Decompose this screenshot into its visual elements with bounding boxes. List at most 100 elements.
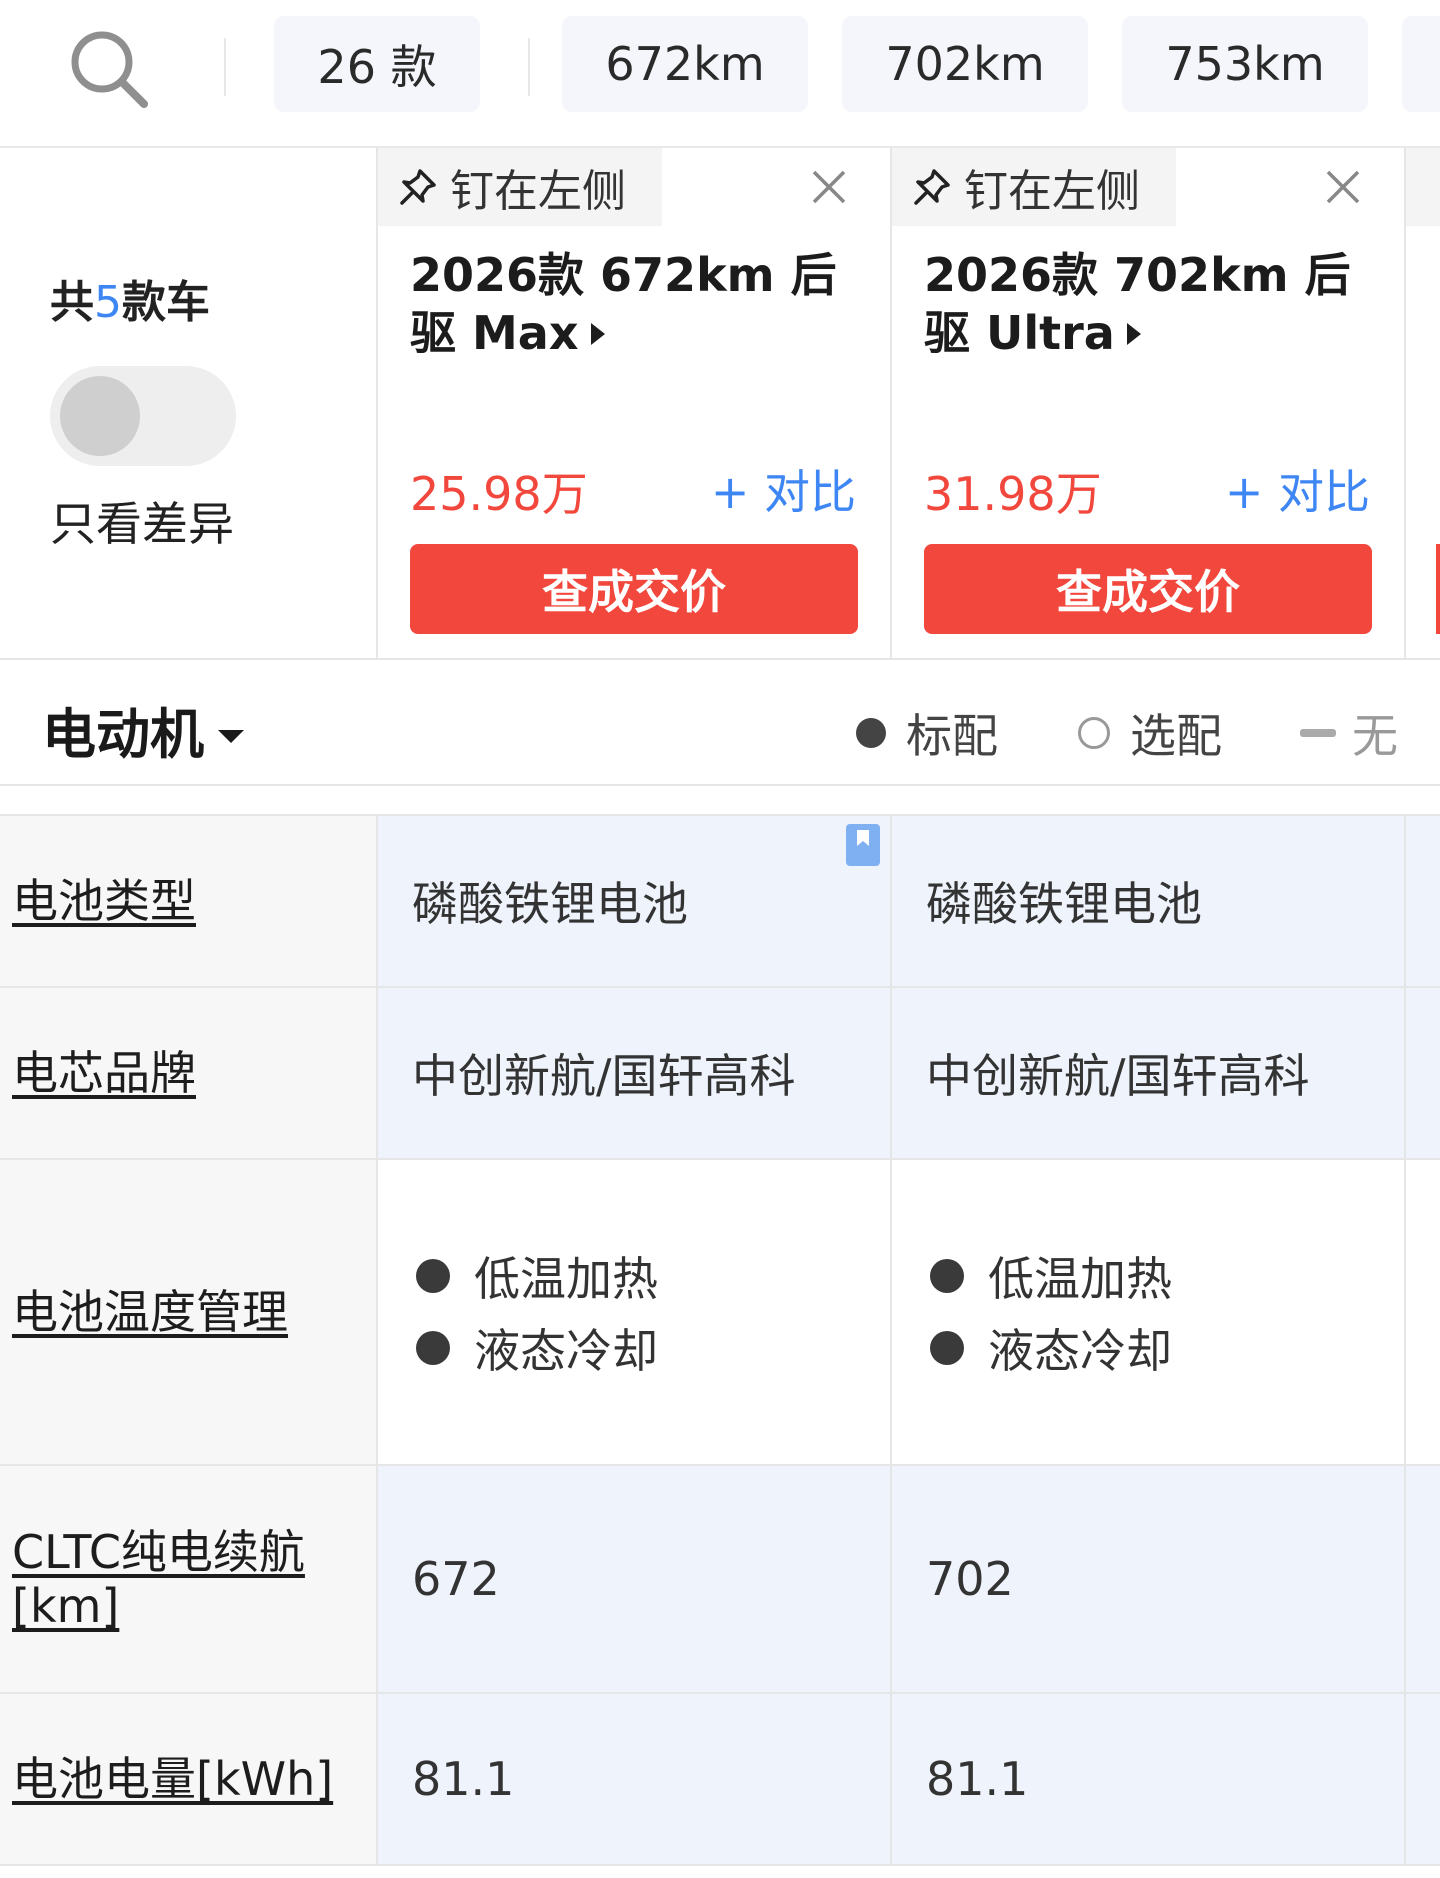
legend-optional: 选配 <box>1078 700 1222 766</box>
add-compare-button[interactable]: + 对比 <box>1225 456 1370 522</box>
section-header: 电动机 标配 选配 无 <box>0 660 1440 786</box>
total-count-label: 共5款车 <box>50 266 210 330</box>
check-deal-price-button[interactable]: 查成交价 <box>924 544 1372 634</box>
spec-value-cell-peek <box>1406 816 1440 986</box>
feature-list: 低温加热 液态冷却 <box>416 1240 658 1384</box>
standard-dot-icon <box>416 1259 450 1293</box>
table-row: 电池类型 磷酸铁锂电池 磷酸铁锂电池 <box>0 816 1440 988</box>
list-item: 液态冷却 <box>930 1312 1172 1384</box>
feature-list: 低温加热 液态冷却 <box>930 1240 1172 1384</box>
list-item: 液态冷却 <box>416 1312 658 1384</box>
deal-button-peek <box>1436 544 1440 634</box>
car-column: 钉在左侧 2026款 672km 后驱 Max 25.98万 + 对比 查成交价 <box>378 148 892 658</box>
spec-value-cell: 低温加热 液态冷却 <box>378 1160 892 1464</box>
spec-label-cell: 电池类型 <box>0 816 378 986</box>
standard-dot-icon <box>930 1259 964 1293</box>
car-price: 25.98万 <box>410 467 588 521</box>
diff-only-toggle[interactable] <box>50 366 236 466</box>
legend-none-label: 无 <box>1352 709 1398 763</box>
spec-value-cell-peek <box>1406 1466 1440 1692</box>
spec-value-cell: 中创新航/国轩高科 <box>892 988 1406 1158</box>
bookmark-icon[interactable] <box>846 824 880 866</box>
spec-value: 81.1 <box>412 1752 515 1806</box>
summary-panel: 共5款车 只看差异 <box>0 148 378 658</box>
pin-icon <box>914 169 950 205</box>
spec-label-cell: 电池电量[kWh] <box>0 1694 378 1864</box>
car-price: 31.98万 <box>924 467 1102 521</box>
feature-label: 液态冷却 <box>988 1324 1172 1378</box>
dash-icon <box>1300 729 1336 737</box>
filter-chip-753km[interactable]: 753km <box>1122 16 1368 112</box>
table-row: 电池温度管理 低温加热 液态冷却 低温加热 液态冷却 <box>0 1160 1440 1466</box>
filter-chip-672km[interactable]: 672km <box>562 16 808 112</box>
spec-label-cell: 电池温度管理 <box>0 1160 378 1464</box>
spec-value-cell-peek <box>1406 988 1440 1158</box>
hollow-dot-icon <box>1078 717 1110 749</box>
legend-none: 无 <box>1300 700 1398 766</box>
legend-standard-label: 标配 <box>906 709 998 763</box>
section-title: 电动机 <box>42 703 204 766</box>
filter-chip-year[interactable]: 26 款 <box>274 16 480 112</box>
divider <box>528 38 530 96</box>
feature-label: 低温加热 <box>988 1252 1172 1306</box>
table-row: 电芯品牌 中创新航/国轩高科 中创新航/国轩高科 <box>0 988 1440 1160</box>
close-icon[interactable] <box>1320 164 1366 210</box>
spec-value-cell: 中创新航/国轩高科 <box>378 988 892 1158</box>
filter-chip-more[interactable] <box>1402 16 1440 112</box>
spec-label-link[interactable]: 电池类型 <box>12 874 196 928</box>
spec-value: 702 <box>926 1552 1014 1606</box>
spec-value-cell-peek <box>1406 1160 1440 1464</box>
next-car-column-peek[interactable] <box>1406 148 1440 658</box>
filter-chip-702km[interactable]: 702km <box>842 16 1088 112</box>
standard-dot-icon <box>930 1331 964 1365</box>
spec-value: 磷酸铁锂电池 <box>412 877 688 931</box>
table-row: CLTC纯电续航[km] 672 702 <box>0 1466 1440 1694</box>
legend-optional-label: 选配 <box>1130 709 1222 763</box>
spec-value: 磷酸铁锂电池 <box>926 877 1202 931</box>
spec-value-cell: 81.1 <box>892 1694 1406 1864</box>
spec-value: 中创新航/国轩高科 <box>412 1049 796 1103</box>
section-selector[interactable]: 电动机 <box>42 690 244 769</box>
spec-value-cell: 磷酸铁锂电池 <box>892 816 1406 986</box>
spec-value: 81.1 <box>926 1752 1029 1806</box>
total-prefix: 共 <box>50 277 94 328</box>
pin-icon <box>400 169 436 205</box>
table-row: 电池电量[kWh] 81.1 81.1 <box>0 1694 1440 1866</box>
divider <box>224 38 226 96</box>
diff-only-label: 只看差异 <box>50 497 234 551</box>
car-name-link[interactable]: 2026款 702km 后驱 Ultra <box>924 246 1384 362</box>
play-arrow-icon <box>1126 323 1141 345</box>
caret-down-icon <box>218 730 244 743</box>
car-name: 2026款 672km 后驱 Max <box>410 248 837 360</box>
spec-value-cell: 磷酸铁锂电池 <box>378 816 892 986</box>
total-suffix: 款车 <box>122 277 210 328</box>
pin-left-label: 钉在左侧 <box>964 166 1140 217</box>
list-item: 低温加热 <box>930 1240 1172 1312</box>
pin-left-label: 钉在左侧 <box>450 166 626 217</box>
spec-value-cell: 81.1 <box>378 1694 892 1864</box>
pin-left-button-peek <box>1406 148 1440 226</box>
spec-label-link[interactable]: 电池温度管理 <box>12 1285 288 1339</box>
spec-value: 中创新航/国轩高科 <box>926 1049 1310 1103</box>
spec-label-cell: 电芯品牌 <box>0 988 378 1158</box>
spec-label-link[interactable]: CLTC纯电续航[km] <box>12 1525 352 1633</box>
spec-table: 电池类型 磷酸铁锂电池 磷酸铁锂电池 电芯品牌 中创新航/国轩高科 中创新航/国… <box>0 814 1440 1866</box>
car-header: 共5款车 只看差异 钉在左侧 2026款 672km 后驱 Max 25.98万… <box>0 148 1440 660</box>
check-deal-price-button[interactable]: 查成交价 <box>410 544 858 634</box>
pin-left-button[interactable]: 钉在左侧 <box>378 148 662 226</box>
add-compare-button[interactable]: + 对比 <box>711 456 856 522</box>
filled-dot-icon <box>856 718 886 748</box>
spec-value-cell-peek <box>1406 1694 1440 1864</box>
play-arrow-icon <box>590 323 605 345</box>
spec-value-cell: 低温加热 液态冷却 <box>892 1160 1406 1464</box>
spec-value-cell: 702 <box>892 1466 1406 1692</box>
feature-label: 低温加热 <box>474 1252 658 1306</box>
pin-left-button[interactable]: 钉在左侧 <box>892 148 1176 226</box>
car-name-link[interactable]: 2026款 672km 后驱 Max <box>410 246 870 362</box>
spec-label-cell: CLTC纯电续航[km] <box>0 1466 378 1692</box>
spec-label-link[interactable]: 电池电量[kWh] <box>12 1752 333 1806</box>
feature-label: 液态冷却 <box>474 1324 658 1378</box>
spec-label-link[interactable]: 电芯品牌 <box>12 1046 196 1100</box>
close-icon[interactable] <box>806 164 852 210</box>
search-icon[interactable] <box>66 26 150 110</box>
